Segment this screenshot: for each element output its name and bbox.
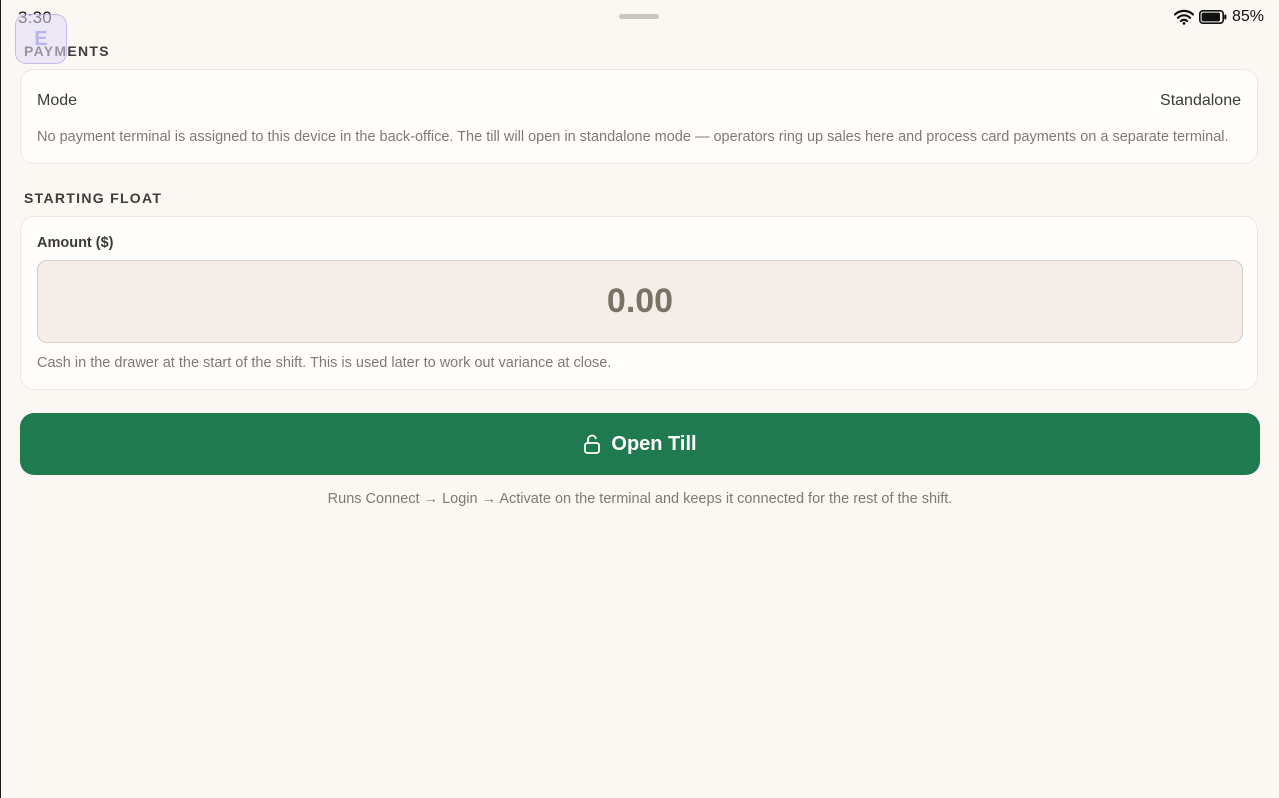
battery-icon (1198, 10, 1227, 24)
mode-label: Mode (37, 92, 78, 109)
open-till-label: Open Till (611, 432, 697, 455)
battery-percent: 85% (1231, 8, 1264, 25)
status-bar-indicators: 85% (1173, 8, 1264, 26)
mode-value: Standalone (1160, 92, 1241, 109)
payments-help-text: No payment terminal is assigned to this … (37, 129, 1229, 145)
amount-label: Amount ($) (37, 235, 114, 251)
app-badge-letter: E (34, 27, 48, 50)
unlock-icon (584, 434, 601, 454)
wifi-icon (1173, 9, 1194, 25)
app-badge[interactable]: E (15, 14, 67, 64)
starting-float-card: Amount ($) Cash in the drawer at the sta… (20, 216, 1258, 390)
starting-float-section-title: STARTING FLOAT (24, 190, 163, 206)
payments-card: Mode Standalone No payment terminal is a… (20, 69, 1258, 164)
footer-note: Runs Connect → Login → Activate on the t… (327, 491, 953, 507)
window-edge-left (0, 0, 1, 798)
amount-input[interactable] (37, 260, 1243, 343)
open-till-button[interactable]: Open Till (20, 413, 1260, 475)
starting-float-help-text: Cash in the drawer at the start of the s… (37, 355, 612, 371)
sheet-drag-handle[interactable] (619, 14, 659, 19)
